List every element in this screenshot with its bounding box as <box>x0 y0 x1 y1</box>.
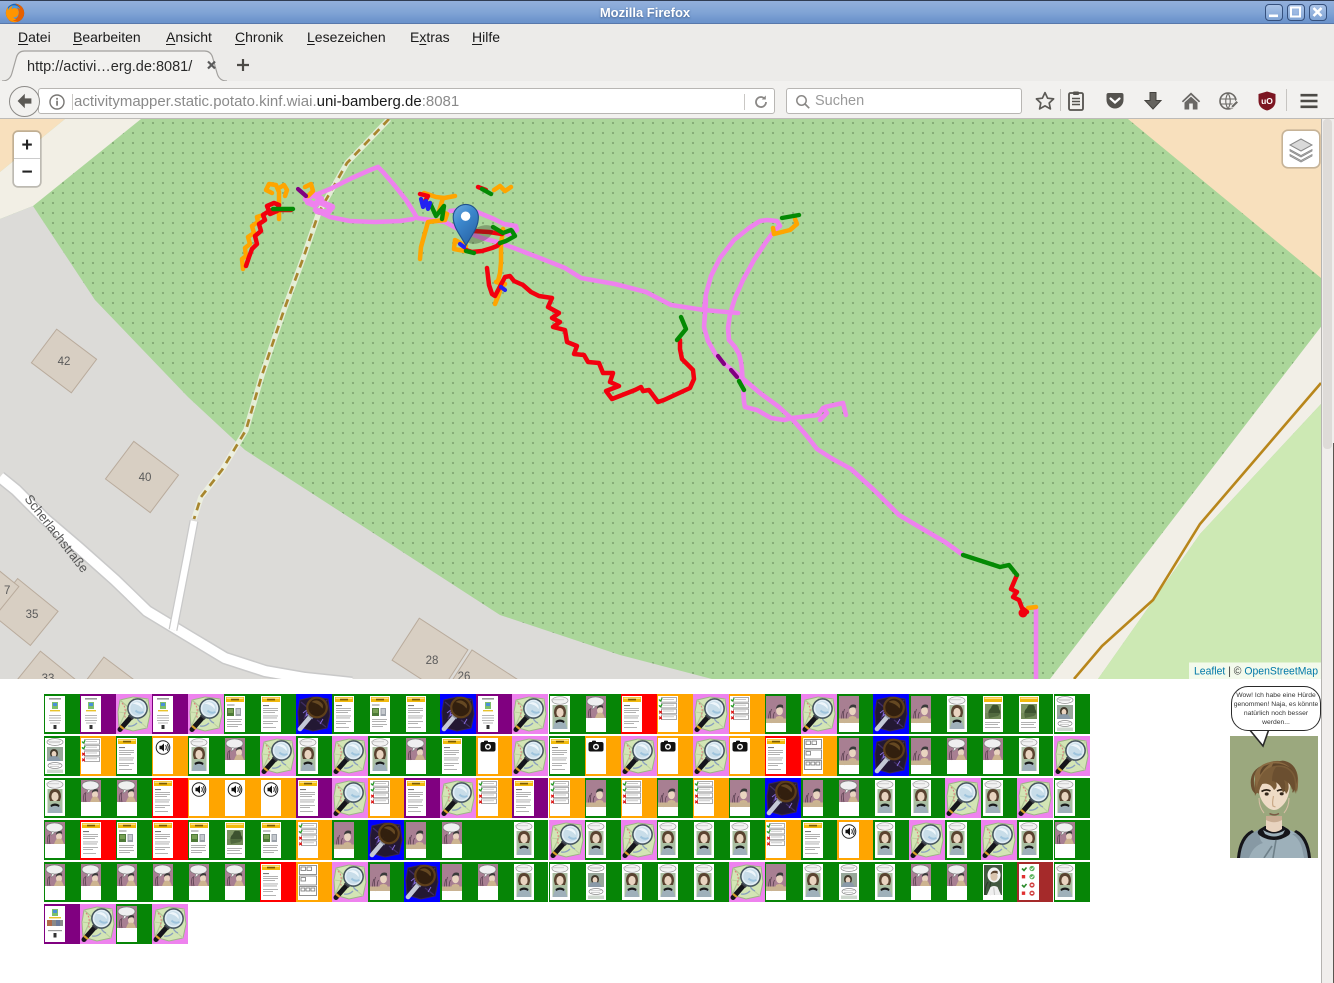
svg-text:uO: uO <box>1261 96 1273 106</box>
svg-text:35: 35 <box>26 609 39 621</box>
svg-text:7: 7 <box>4 585 10 597</box>
svg-text:http://activi…erg.de:8081/: http://activi…erg.de:8081/ <box>27 59 193 75</box>
svg-text:42: 42 <box>58 356 71 368</box>
svg-text:Leaflet | © OpenStreetMap: Leaflet | © OpenStreetMap <box>1194 666 1318 678</box>
svg-text:28: 28 <box>426 655 439 667</box>
svg-text:40: 40 <box>139 472 152 484</box>
svg-text:26: 26 <box>458 671 471 679</box>
svg-text:33: 33 <box>42 673 55 679</box>
